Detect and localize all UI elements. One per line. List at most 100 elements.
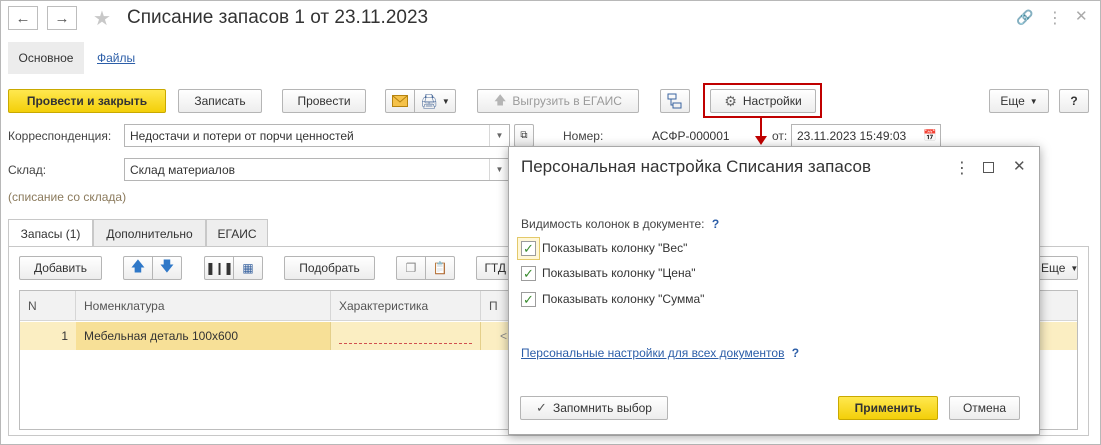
- move-down-button[interactable]: 🡇: [152, 256, 182, 280]
- corr-field[interactable]: Недостачи и потери от порчи ценностей ▼: [124, 124, 510, 147]
- option-sum-label[interactable]: Показывать колонку "Сумма": [542, 292, 704, 306]
- visibility-label-text: Видимость колонок в документе:: [521, 217, 705, 231]
- post-and-close-button[interactable]: Провести и закрыть: [8, 89, 166, 113]
- window-title: Списание запасов 1 от 23.11.2023: [127, 7, 429, 28]
- check-icon: ✓: [523, 265, 534, 281]
- table-more-label: Еще: [1041, 261, 1066, 275]
- remember-button[interactable]: ✓ Запомнить выбор: [520, 396, 668, 420]
- more-button[interactable]: Еще ▼: [989, 89, 1049, 113]
- post-button[interactable]: Провести: [282, 89, 366, 113]
- back-button[interactable]: ←: [8, 6, 38, 30]
- settings-label: Настройки: [742, 94, 802, 108]
- nav-files-link[interactable]: Файлы: [97, 51, 135, 65]
- chevron-down-icon[interactable]: ▼: [489, 125, 509, 146]
- cancel-button[interactable]: Отмена: [949, 396, 1020, 420]
- col-header-item[interactable]: Номенклатура: [76, 291, 331, 321]
- scanner-icon: ▦: [242, 261, 254, 275]
- pointer-arrow-line: [760, 118, 762, 138]
- link-icon[interactable]: 🔗: [1016, 9, 1033, 26]
- pick-button[interactable]: Подобрать: [284, 256, 375, 280]
- dialog-close-icon[interactable]: ✕: [1013, 157, 1026, 175]
- row-extra: <: [500, 329, 508, 343]
- col-header-n[interactable]: N: [20, 291, 76, 321]
- apply-button[interactable]: Применить: [838, 396, 938, 420]
- menu-kebab-icon[interactable]: ⋮: [1047, 8, 1063, 28]
- visibility-label: Видимость колонок в документе: ?: [521, 217, 719, 231]
- export-egais-label: Выгрузить в ЕГАИС: [512, 94, 622, 108]
- arrow-right-icon: →: [54, 9, 70, 27]
- calendar-icon[interactable]: 📅: [920, 129, 940, 142]
- date-field[interactable]: 23.11.2023 15:49:03 📅: [791, 124, 941, 147]
- maximize-icon[interactable]: [983, 162, 994, 173]
- arrow-down-icon: 🡇: [159, 258, 175, 274]
- checkbox-price[interactable]: ✓: [521, 266, 536, 281]
- row-characteristic-cell[interactable]: [331, 322, 481, 350]
- check-icon: ✓: [523, 240, 534, 256]
- visibility-help-icon[interactable]: ?: [712, 217, 719, 231]
- required-underline: [339, 343, 472, 344]
- barcode-button[interactable]: ❚❙❚: [204, 256, 234, 280]
- number-value: АСФР-000001: [652, 129, 730, 143]
- warehouse-field[interactable]: Склад материалов ▼: [124, 158, 510, 181]
- personal-settings-link[interactable]: Персональные настройки для всех документ…: [521, 346, 784, 360]
- chevron-down-icon: ▼: [1070, 263, 1079, 273]
- checkbox-weight[interactable]: ✓: [521, 241, 536, 256]
- warehouse-label: Склад:: [8, 163, 47, 177]
- hierarchy-icon: [667, 93, 682, 109]
- structure-button[interactable]: [660, 89, 690, 113]
- row-item-cell[interactable]: Мебельная деталь 100x600: [76, 322, 331, 350]
- favorite-star-icon[interactable]: ★: [93, 6, 111, 31]
- chevron-down-icon: ▼: [441, 96, 450, 106]
- arrow-up-icon: 🡅: [494, 92, 507, 107]
- number-label: Номер:: [563, 129, 604, 143]
- open-window-icon: ⧉: [520, 130, 528, 141]
- paste-icon: 📋: [432, 261, 448, 275]
- close-icon[interactable]: ✕: [1075, 7, 1088, 25]
- row-item: Мебельная деталь 100x600: [84, 329, 239, 343]
- pointer-arrow-head: [755, 136, 767, 145]
- corr-label: Корреспонденция:: [8, 129, 112, 143]
- envelope-icon: [392, 95, 408, 107]
- gtd-button[interactable]: ГТД: [476, 256, 510, 280]
- move-up-button[interactable]: 🡅: [123, 256, 153, 280]
- help-button[interactable]: ?: [1059, 89, 1089, 113]
- warehouse-value: Склад материалов: [130, 162, 235, 177]
- remember-label: Запомнить выбор: [552, 401, 652, 415]
- arrow-left-icon: ←: [15, 9, 31, 27]
- col-header-characteristic[interactable]: Характеристика: [331, 291, 481, 321]
- save-button[interactable]: Записать: [178, 89, 262, 113]
- export-egais-button[interactable]: 🡅 Выгрузить в ЕГАИС: [477, 89, 639, 113]
- chevron-down-icon: ▼: [1029, 96, 1038, 106]
- printer-icon: 🖨: [420, 92, 438, 109]
- check-icon: ✓: [536, 400, 547, 415]
- forward-button[interactable]: →: [47, 6, 77, 30]
- barcode-icon: ❚❙❚: [205, 261, 233, 275]
- date-value: 23.11.2023 15:49:03: [797, 128, 907, 143]
- dialog-menu-icon[interactable]: ⋮: [954, 158, 970, 178]
- checkbox-sum[interactable]: ✓: [521, 292, 536, 307]
- copy-icon: ❐: [405, 261, 417, 275]
- tab-additional[interactable]: Дополнительно: [93, 219, 206, 247]
- tab-stocks[interactable]: Запасы (1): [8, 219, 93, 247]
- open-corr-button[interactable]: ⧉: [514, 124, 534, 147]
- warehouse-note: (списание со склада): [8, 190, 127, 204]
- chevron-down-icon[interactable]: ▼: [489, 159, 509, 180]
- scanner-button[interactable]: ▦: [233, 256, 263, 280]
- more-label: Еще: [1000, 94, 1025, 108]
- col-header-extra[interactable]: П: [481, 291, 511, 321]
- personal-settings-row: Персональные настройки для всех документ…: [521, 346, 799, 360]
- print-button[interactable]: 🖨 ▼: [414, 89, 456, 113]
- nav-main[interactable]: Основное: [8, 42, 84, 74]
- row-number: 1: [61, 329, 68, 343]
- option-weight-label[interactable]: Показывать колонку "Вес": [542, 241, 687, 255]
- personal-help-icon[interactable]: ?: [792, 346, 799, 360]
- add-button[interactable]: Добавить: [19, 256, 102, 280]
- tab-egais[interactable]: ЕГАИС: [206, 219, 268, 247]
- paste-button[interactable]: 📋: [425, 256, 455, 280]
- settings-button[interactable]: ⚙ Настройки: [710, 89, 816, 113]
- email-button[interactable]: [385, 89, 415, 113]
- dialog-title: Персональная настройка Списания запасов: [521, 157, 872, 176]
- option-price-label[interactable]: Показывать колонку "Цена": [542, 266, 696, 280]
- copy-button[interactable]: ❐: [396, 256, 426, 280]
- corr-value: Недостачи и потери от порчи ценностей: [130, 128, 354, 143]
